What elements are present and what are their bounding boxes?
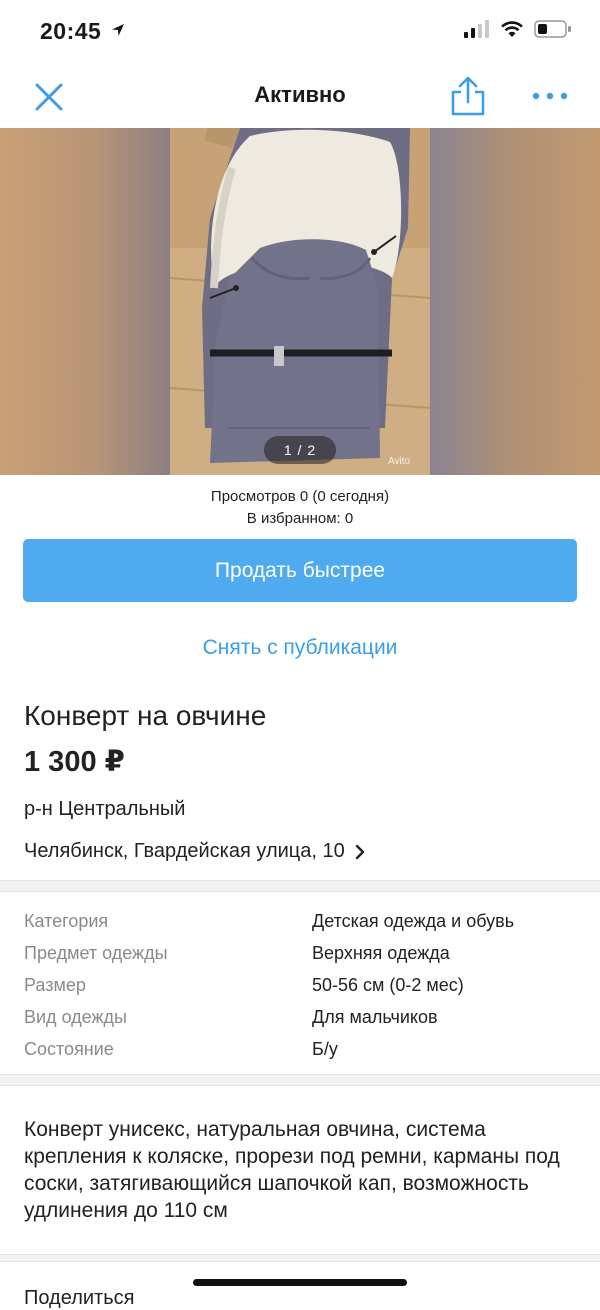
status-bar: 20:45 — [0, 0, 600, 64]
chevron-right-icon — [355, 844, 364, 859]
address-text: Челябинск, Гвардейская улица, 10 — [24, 840, 345, 862]
cellular-signal-icon — [464, 20, 489, 38]
param-value: Б/у — [312, 1038, 338, 1059]
section-divider — [0, 1074, 600, 1086]
param-row: Состояние Б/у — [24, 1033, 584, 1065]
share-icon[interactable] — [448, 74, 488, 118]
listing-photo-image — [170, 128, 430, 475]
param-row: Предмет одежды Верхняя одежда — [24, 937, 584, 969]
listing-description: Конверт унисекс, натуральная овчина, сис… — [24, 1118, 560, 1222]
param-value: Верхняя одежда — [312, 942, 450, 963]
listing-params: Категория Детская одежда и обувь Предмет… — [24, 905, 584, 1065]
gallery-blur-right — [430, 128, 600, 475]
gallery-blur-left — [0, 128, 170, 475]
avito-watermark: Avito — [388, 456, 411, 467]
photo-counter: 1 / 2 — [264, 436, 336, 464]
listing-photo[interactable] — [170, 128, 430, 475]
status-time: 20:45 — [40, 18, 102, 44]
param-label: Размер — [24, 974, 86, 995]
battery-icon — [534, 20, 571, 38]
sell-faster-button[interactable]: Продать быстрее — [23, 539, 577, 602]
param-row: Категория Детская одежда и обувь — [24, 905, 584, 937]
home-indicator[interactable] — [193, 1279, 407, 1286]
param-value: Детская одежда и обувь — [312, 910, 515, 931]
wifi-icon — [501, 21, 523, 37]
status-icons — [464, 20, 572, 38]
param-label: Предмет одежды — [24, 942, 168, 963]
listing-stats: Просмотров 0 (0 сегодня) В избранном: 0 — [0, 486, 600, 530]
param-label: Вид одежды — [24, 1006, 127, 1027]
views-count: Просмотров 0 (0 сегодня) — [210, 488, 390, 505]
listing-district: р-н Центральный — [24, 798, 186, 820]
param-value: 50-56 см (0-2 мес) — [312, 974, 464, 995]
section-divider — [0, 880, 600, 892]
listing-price: 1 300 ₽ — [24, 746, 125, 778]
share-section-label: Поделиться — [24, 1287, 135, 1309]
favorites-count: В избранном: 0 — [246, 510, 354, 527]
listing-title: Конверт на овчине — [24, 700, 267, 731]
location-arrow-icon — [112, 24, 124, 36]
unpublish-link[interactable]: Снять с публикации — [0, 636, 600, 660]
section-divider — [0, 1254, 600, 1262]
param-label: Состояние — [24, 1038, 114, 1059]
more-options-icon[interactable] — [528, 84, 572, 108]
listing-address[interactable]: Челябинск, Гвардейская улица, 10 — [24, 840, 365, 863]
param-row: Размер 50-56 см (0-2 мес) — [24, 969, 584, 1001]
param-row: Вид одежды Для мальчиков — [24, 1001, 584, 1033]
nav-bar: Активно — [0, 64, 600, 128]
param-label: Категория — [24, 910, 109, 931]
param-value: Для мальчиков — [312, 1006, 438, 1027]
photo-gallery[interactable]: Avito — [0, 128, 600, 475]
page-title: Активно — [254, 82, 346, 107]
